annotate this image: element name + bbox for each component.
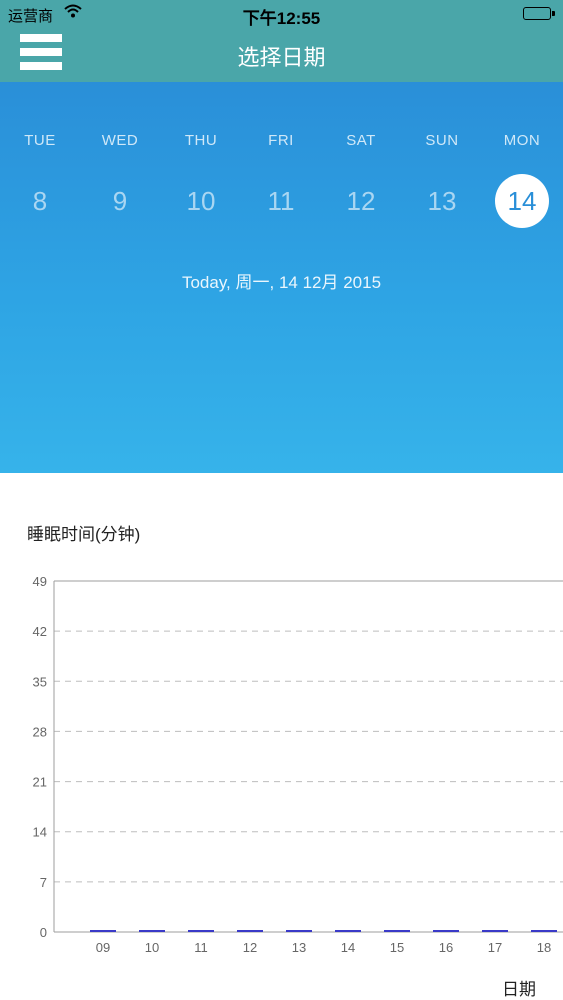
day-13[interactable]: 13 <box>415 174 469 228</box>
day-8[interactable]: 8 <box>13 174 67 228</box>
x-tick-label: 15 <box>390 940 404 955</box>
bar-09 <box>90 930 116 932</box>
day-10[interactable]: 10 <box>174 174 228 228</box>
sleep-chart-section: 睡眠时间(分钟) 0 7 14 21 28 35 42 49 09 10 11 12 13 14 15 16 1… <box>0 473 563 1000</box>
status-bar: 运营商 下午12:55 <box>0 0 563 28</box>
bar-18 <box>531 930 557 932</box>
weekday-label: THU <box>184 132 218 149</box>
x-tick-label: 13 <box>292 940 306 955</box>
x-tick-label: 12 <box>243 940 257 955</box>
weekday-label: WED <box>101 132 139 149</box>
y-tick-label: 14 <box>33 825 47 840</box>
day-9[interactable]: 9 <box>93 174 147 228</box>
week-calendar: TUE WED THU FRI SAT SUN MON 8 9 10 11 12… <box>0 82 563 473</box>
bar-13 <box>286 930 312 932</box>
y-tick-label: 7 <box>40 875 47 890</box>
sleep-bar-chart: 0 7 14 21 28 35 42 49 09 10 11 12 13 14 15 16 17 18 日期 <box>33 574 563 999</box>
bar-15 <box>384 930 410 932</box>
battery-icon <box>523 7 555 20</box>
y-tick-label: 35 <box>33 674 47 689</box>
x-tick-label: 09 <box>96 940 110 955</box>
y-tick-label: 21 <box>33 775 47 790</box>
bar-16 <box>433 930 459 932</box>
bar-12 <box>237 930 263 932</box>
x-tick-label: 11 <box>194 940 208 955</box>
today-date-label: Today, 周一, 14 12月 2015 <box>181 273 382 292</box>
weekday-label: FRI <box>268 132 294 149</box>
x-tick-label: 18 <box>537 940 551 955</box>
weekday-label: SAT <box>346 132 376 149</box>
bar-17 <box>482 930 508 932</box>
y-tick-label: 28 <box>33 724 47 739</box>
navigation-bar: 选择日期 <box>0 28 563 82</box>
weekday-label: MON <box>503 132 541 149</box>
bar-14 <box>335 930 361 932</box>
x-axis-label: 日期 <box>502 980 536 999</box>
x-tick-label: 17 <box>488 940 502 955</box>
day-row: 8 9 10 11 12 13 14 <box>0 174 563 228</box>
day-12[interactable]: 12 <box>334 174 388 228</box>
bar-11 <box>188 930 214 932</box>
y-tick-label: 42 <box>33 624 47 639</box>
bar-10 <box>139 930 165 932</box>
y-tick-label: 49 <box>33 574 47 589</box>
weekday-label: SUN <box>425 132 459 149</box>
x-tick-label: 16 <box>439 940 453 955</box>
day-14-selected[interactable]: 14 <box>495 174 549 228</box>
x-tick-label: 10 <box>145 940 159 955</box>
day-11[interactable]: 11 <box>254 174 308 228</box>
page-title: 选择日期 <box>237 45 326 70</box>
status-time: 下午12:55 <box>242 9 321 28</box>
weekday-label: TUE <box>24 132 56 149</box>
y-tick-label: 0 <box>40 925 47 940</box>
x-tick-label: 14 <box>341 940 355 955</box>
